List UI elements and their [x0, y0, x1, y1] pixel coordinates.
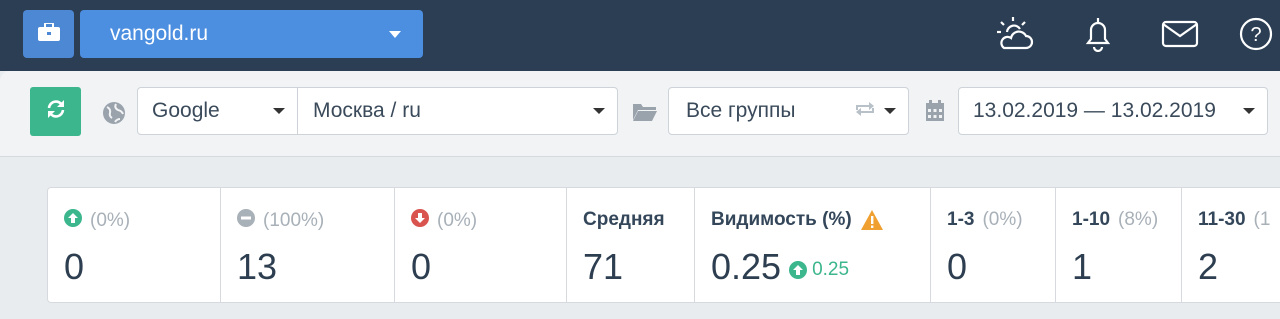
date-range-value: 13.02.2019 — 13.02.2019 — [973, 99, 1216, 122]
region-value: Москва / ru — [313, 99, 421, 122]
region-select[interactable]: Москва / ru — [297, 87, 618, 135]
stat-top10-label: 1-10 — [1072, 209, 1111, 230]
stat-top30-percent: (1 — [1253, 209, 1271, 230]
stat-average-label: Средняя — [583, 209, 665, 230]
stat-top3-value: 0 — [947, 246, 968, 287]
stat-average[interactable]: Средняя 71 — [566, 187, 695, 303]
calendar-icon — [925, 100, 945, 127]
chevron-down-icon — [884, 108, 896, 114]
stat-top3-label: 1-3 — [947, 209, 975, 230]
help-icon[interactable]: ? — [1236, 14, 1276, 54]
refresh-button[interactable] — [30, 87, 81, 136]
stat-unchanged-percent: (100%) — [263, 210, 325, 231]
top-navbar: vangold.ru ? — [0, 0, 1280, 71]
date-range-select[interactable]: 13.02.2019 — 13.02.2019 — [958, 87, 1268, 135]
svg-text:?: ? — [1250, 24, 1261, 46]
search-engine-value: Google — [152, 99, 220, 122]
stat-down-value: 0 — [411, 246, 432, 287]
stat-average-value: 71 — [583, 246, 624, 287]
warning-icon[interactable] — [860, 210, 883, 230]
chevron-down-icon — [389, 25, 401, 43]
stat-unchanged[interactable]: (100%) 13 — [220, 187, 395, 303]
chevron-down-icon — [593, 108, 605, 114]
arrow-up-circle-icon — [789, 261, 808, 279]
stat-down-percent: (0%) — [437, 210, 478, 231]
stat-top30-value: 2 — [1198, 246, 1219, 287]
stat-visibility-value: 0.25 — [711, 246, 782, 287]
stat-top3-percent: (0%) — [982, 209, 1023, 230]
stat-down[interactable]: (0%) 0 — [394, 187, 567, 303]
minus-circle-icon — [237, 209, 255, 233]
site-selector[interactable]: vangold.ru — [80, 10, 423, 58]
stat-unchanged-value: 13 — [237, 246, 278, 287]
stat-top30-label: 11-30 — [1198, 209, 1246, 230]
stat-top10-value: 1 — [1072, 246, 1093, 287]
refresh-icon — [45, 98, 67, 125]
stat-up-value: 0 — [64, 246, 85, 287]
chevron-down-icon — [1243, 108, 1255, 114]
group-select[interactable]: Все группы — [668, 87, 909, 135]
stat-top30[interactable]: 11-30 (1 2 — [1181, 187, 1280, 303]
site-name: vangold.ru — [110, 22, 209, 45]
briefcase-icon — [37, 21, 60, 46]
stat-up[interactable]: (0%) 0 — [47, 187, 221, 303]
stat-top10[interactable]: 1-10 (8%) 1 — [1055, 187, 1182, 303]
stat-up-percent: (0%) — [90, 210, 131, 231]
stat-visibility[interactable]: Видимость (%) 0.25 0.25 — [694, 187, 931, 303]
repeat-icon — [854, 99, 876, 123]
filter-toolbar: Google Москва / ru Все группы 13.02.2019… — [0, 71, 1280, 157]
chevron-down-icon — [273, 108, 285, 114]
stat-top3[interactable]: 1-3 (0%) 0 — [930, 187, 1056, 303]
arrow-up-circle-icon — [64, 209, 82, 233]
projects-button[interactable] — [23, 10, 74, 58]
bell-icon[interactable] — [1078, 14, 1118, 54]
weather-icon[interactable] — [995, 14, 1035, 54]
stat-visibility-label: Видимость (%) — [711, 209, 852, 230]
group-value: Все группы — [686, 99, 796, 122]
stat-top10-percent: (8%) — [1118, 209, 1159, 230]
stat-visibility-delta: 0.25 — [812, 259, 850, 280]
mail-icon[interactable] — [1160, 14, 1200, 54]
folder-icon — [632, 102, 658, 127]
arrow-down-circle-icon — [411, 209, 429, 233]
search-engine-select[interactable]: Google — [137, 87, 298, 135]
globe-icon — [102, 101, 126, 130]
